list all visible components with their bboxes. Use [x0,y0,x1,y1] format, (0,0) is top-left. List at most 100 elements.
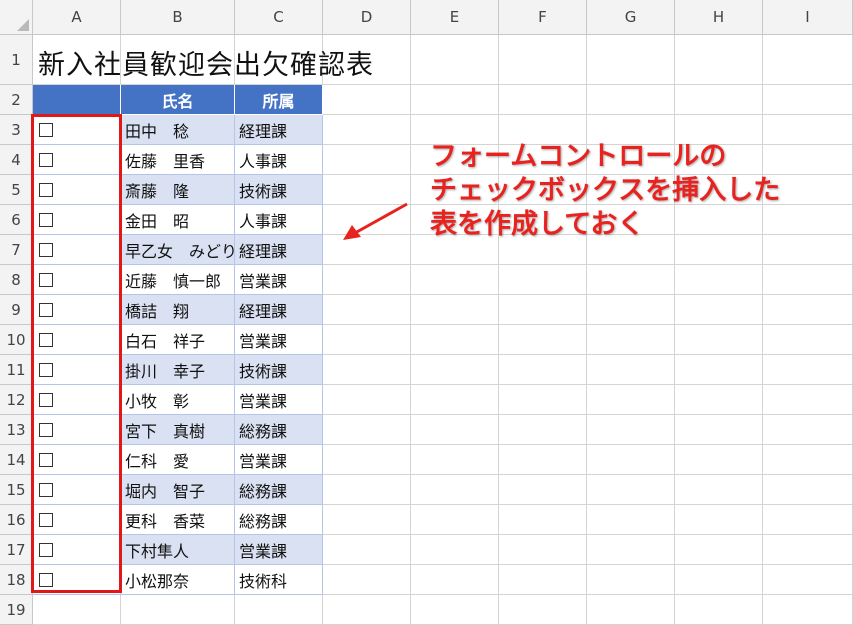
cell-b19[interactable] [121,595,235,625]
cell-d13[interactable] [323,415,411,445]
cell-e1[interactable] [411,35,499,85]
cell-f10[interactable] [499,325,587,355]
row-header-1[interactable]: 1 [0,35,33,85]
cell-i14[interactable] [763,445,853,475]
table-cell-dept[interactable]: 技術課 [235,355,323,385]
cell-i19[interactable] [763,595,853,625]
row-header-6[interactable]: 6 [0,205,33,235]
cell-f18[interactable] [499,565,587,595]
cell-e10[interactable] [411,325,499,355]
cell-g10[interactable] [587,325,675,355]
cell-h19[interactable] [675,595,763,625]
row-header-3[interactable]: 3 [0,115,33,145]
table-cell-dept[interactable]: 総務課 [235,475,323,505]
table-cell-dept[interactable]: 経理課 [235,235,323,265]
cell-e14[interactable] [411,445,499,475]
row-header-5[interactable]: 5 [0,175,33,205]
table-cell-name[interactable]: 掛川 幸子 [121,355,235,385]
row-header-16[interactable]: 16 [0,505,33,535]
cell-h13[interactable] [675,415,763,445]
row-header-12[interactable]: 12 [0,385,33,415]
cell-i15[interactable] [763,475,853,505]
cell-g8[interactable] [587,265,675,295]
table-cell-name[interactable]: 近藤 慎一郎 [121,265,235,295]
table-cell-dept[interactable]: 総務課 [235,415,323,445]
cell-e11[interactable] [411,355,499,385]
cell-f9[interactable] [499,295,587,325]
cell-f16[interactable] [499,505,587,535]
cell-g11[interactable] [587,355,675,385]
cell-e16[interactable] [411,505,499,535]
column-header-h[interactable]: H [675,0,763,35]
row-header-17[interactable]: 17 [0,535,33,565]
table-cell-name[interactable]: 白石 祥子 [121,325,235,355]
cell-h8[interactable] [675,265,763,295]
cell-f2[interactable] [499,85,587,115]
column-header-f[interactable]: F [499,0,587,35]
cell-h12[interactable] [675,385,763,415]
cell-i13[interactable] [763,415,853,445]
cell-d17[interactable] [323,535,411,565]
column-header-c[interactable]: C [235,0,323,35]
table-cell-dept[interactable]: 営業課 [235,445,323,475]
table-cell-name[interactable]: 佐藤 里香 [121,145,235,175]
cell-i1[interactable] [763,35,853,85]
cell-e8[interactable] [411,265,499,295]
cell-d4[interactable] [323,145,411,175]
cell-i17[interactable] [763,535,853,565]
table-cell-name[interactable]: 小牧 彰 [121,385,235,415]
column-header-e[interactable]: E [411,0,499,35]
column-header-i[interactable]: I [763,0,853,35]
cell-g17[interactable] [587,535,675,565]
cell-d16[interactable] [323,505,411,535]
cell-f19[interactable] [499,595,587,625]
table-cell-dept[interactable]: 営業課 [235,265,323,295]
cell-g12[interactable] [587,385,675,415]
cell-g9[interactable] [587,295,675,325]
cell-i2[interactable] [763,85,853,115]
column-header-a[interactable]: A [33,0,121,35]
cell-e12[interactable] [411,385,499,415]
cell-h11[interactable] [675,355,763,385]
row-header-11[interactable]: 11 [0,355,33,385]
cell-i12[interactable] [763,385,853,415]
row-header-8[interactable]: 8 [0,265,33,295]
cell-h14[interactable] [675,445,763,475]
cell-f11[interactable] [499,355,587,385]
cell-i8[interactable] [763,265,853,295]
cell-h16[interactable] [675,505,763,535]
cell-h9[interactable] [675,295,763,325]
cell-e9[interactable] [411,295,499,325]
cell-e17[interactable] [411,535,499,565]
column-header-g[interactable]: G [587,0,675,35]
table-cell-name[interactable]: 斎藤 隆 [121,175,235,205]
table-cell-name[interactable]: 橋詰 翔 [121,295,235,325]
cell-d8[interactable] [323,265,411,295]
cell-d19[interactable] [323,595,411,625]
table-cell-dept[interactable]: 技術科 [235,565,323,595]
table-cell-name[interactable]: 仁科 愛 [121,445,235,475]
table-cell-name[interactable]: 更科 香菜 [121,505,235,535]
table-cell-dept[interactable]: 人事課 [235,145,323,175]
cell-f17[interactable] [499,535,587,565]
table-cell-name[interactable]: 金田 昭 [121,205,235,235]
cell-h10[interactable] [675,325,763,355]
table-cell-dept[interactable]: 経理課 [235,295,323,325]
cell-d3[interactable] [323,115,411,145]
row-header-15[interactable]: 15 [0,475,33,505]
cell-f15[interactable] [499,475,587,505]
cell-e19[interactable] [411,595,499,625]
row-header-7[interactable]: 7 [0,235,33,265]
cell-i9[interactable] [763,295,853,325]
cell-d12[interactable] [323,385,411,415]
cell-g16[interactable] [587,505,675,535]
row-header-19[interactable]: 19 [0,595,33,625]
cell-h17[interactable] [675,535,763,565]
table-cell-dept[interactable]: 営業課 [235,385,323,415]
cell-a19[interactable] [33,595,121,625]
cell-f14[interactable] [499,445,587,475]
table-cell-dept[interactable]: 人事課 [235,205,323,235]
cell-h15[interactable] [675,475,763,505]
cell-d10[interactable] [323,325,411,355]
row-header-18[interactable]: 18 [0,565,33,595]
